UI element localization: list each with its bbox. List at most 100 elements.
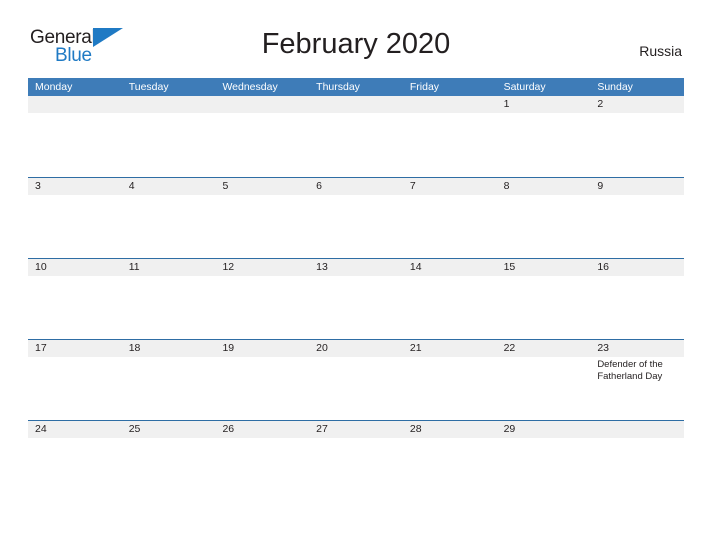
day-number: 16 [597, 261, 609, 273]
day-number-band: 26 [215, 421, 310, 438]
calendar-day-cell[interactable]: 12 [215, 259, 310, 339]
day-number: 21 [409, 342, 422, 354]
calendar-day-cell[interactable]: 14 [402, 259, 497, 339]
calendar-week-row: 24 25 26 27 28 29 [28, 420, 685, 501]
calendar-day-cell[interactable]: 26 [215, 421, 310, 501]
day-number: 5 [222, 180, 229, 192]
day-number: 15 [503, 261, 516, 273]
calendar-weeks: 1 2 3 4 5 6 7 8 9 10 11 12 13 14 15 16 17 18 19 20 21 22 23 Def… [28, 96, 685, 501]
day-number-band: 16 [590, 259, 685, 276]
day-number: 26 [222, 423, 235, 435]
day-number-band: 29 [496, 421, 591, 438]
calendar-day-cell[interactable]: 19 [215, 340, 310, 420]
calendar-day-cell[interactable]: 28 [402, 421, 497, 501]
calendar-day-cell-empty [215, 96, 310, 177]
day-number: 4 [128, 180, 135, 192]
calendar-week-row: 3 4 5 6 7 8 9 [28, 177, 685, 258]
calendar-day-cell[interactable]: 18 [121, 340, 216, 420]
calendar-day-cell-empty [402, 96, 497, 177]
day-number: 23 [597, 342, 609, 354]
day-number-band: 11 [121, 259, 216, 276]
day-number: 10 [35, 261, 47, 273]
calendar-day-cell-empty [121, 96, 216, 177]
day-number-band: 9 [590, 178, 685, 195]
day-number-band: 8 [496, 178, 591, 195]
calendar-day-cell[interactable]: 27 [309, 421, 403, 501]
day-number: 27 [316, 423, 328, 435]
weekday-sunday: Sunday [597, 81, 633, 93]
day-number-band: 12 [215, 259, 310, 276]
day-number: 13 [316, 261, 328, 273]
day-number-band: 17 [28, 340, 122, 357]
page-header: General Blue February 2020 Russia [0, 0, 712, 65]
weekday-wednesday: Wednesday [222, 81, 278, 93]
day-number-band: 4 [121, 178, 216, 195]
calendar-day-cell[interactable]: 24 [28, 421, 122, 501]
day-number: 17 [35, 342, 47, 354]
day-number-band: 21 [402, 340, 497, 357]
day-number-band: 3 [28, 178, 122, 195]
day-number-band [121, 96, 216, 113]
calendar-day-cell[interactable]: 11 [121, 259, 216, 339]
calendar-day-cell[interactable]: 20 [309, 340, 403, 420]
calendar-day-cell[interactable]: 21 [402, 340, 497, 420]
day-number: 28 [409, 423, 422, 435]
day-number-band: 24 [28, 421, 122, 438]
day-number-band: 14 [402, 259, 497, 276]
day-number-band: 18 [121, 340, 216, 357]
calendar-day-cell-empty [590, 421, 685, 501]
day-number-band: 10 [28, 259, 122, 276]
weekday-tuesday: Tuesday [128, 81, 169, 93]
day-number-band: 28 [402, 421, 497, 438]
calendar-day-cell[interactable]: 8 [496, 178, 591, 258]
calendar-week-row: 12 [28, 96, 685, 177]
day-number-band: 23 [590, 340, 685, 357]
day-number-band: 6 [309, 178, 403, 195]
day-number-band: 7 [402, 178, 497, 195]
calendar-day-cell[interactable]: 10 [28, 259, 122, 339]
day-number: 7 [409, 180, 416, 192]
weekday-header-row: Monday Tuesday Wednesday Thursday Friday… [28, 78, 684, 96]
calendar-day-cell[interactable]: 5 [215, 178, 310, 258]
calendar-day-cell[interactable]: 15 [496, 259, 591, 339]
day-number: 20 [316, 342, 328, 354]
day-number-band: 2 [590, 96, 685, 113]
day-number: 14 [409, 261, 422, 273]
calendar-week-row: 10 11 12 13 14 15 16 [28, 258, 685, 339]
calendar-week-row: 17 18 19 20 21 22 23 Defender of the Fatherland… [28, 339, 685, 420]
calendar-day-cell[interactable]: 13 [309, 259, 403, 339]
calendar-day-cell[interactable]: 22 [496, 340, 591, 420]
weekday-friday: Friday [409, 81, 440, 93]
calendar-day-cell[interactable]: 23 Defender of the Fatherland Day [590, 340, 685, 420]
day-number-band: 19 [215, 340, 310, 357]
calendar-day-cell-empty [28, 96, 122, 177]
day-number: 29 [503, 423, 516, 435]
country-label: Russia [639, 43, 682, 59]
weekday-thursday: Thursday [316, 81, 360, 93]
calendar-day-cell[interactable]: 9 [590, 178, 685, 258]
day-number-band: 15 [496, 259, 591, 276]
day-events: Defender of the Fatherland Day [590, 357, 684, 382]
calendar-day-cell-empty [309, 96, 403, 177]
calendar-day-cell[interactable]: 2 [590, 96, 685, 177]
day-number: 1 [503, 98, 510, 110]
day-number: 24 [35, 423, 47, 435]
day-number: 2 [597, 98, 604, 110]
page-title: February 2020 [261, 28, 451, 60]
day-number-band [28, 96, 122, 113]
calendar-day-cell[interactable]: 7 [402, 178, 497, 258]
calendar-day-cell[interactable]: 25 [121, 421, 216, 501]
day-number: 8 [503, 180, 510, 192]
day-number: 9 [597, 180, 604, 192]
calendar-day-cell[interactable]: 4 [121, 178, 216, 258]
calendar-day-cell[interactable]: 29 [496, 421, 591, 501]
calendar-day-cell[interactable]: 6 [309, 178, 403, 258]
day-number: 3 [35, 180, 41, 192]
weekday-saturday: Saturday [503, 81, 546, 93]
calendar-day-cell[interactable]: 1 [496, 96, 591, 177]
calendar-day-cell[interactable]: 16 [590, 259, 685, 339]
calendar-day-cell[interactable]: 3 [28, 178, 122, 258]
day-number: 25 [128, 423, 141, 435]
calendar-day-cell[interactable]: 17 [28, 340, 122, 420]
day-number: 19 [222, 342, 235, 354]
